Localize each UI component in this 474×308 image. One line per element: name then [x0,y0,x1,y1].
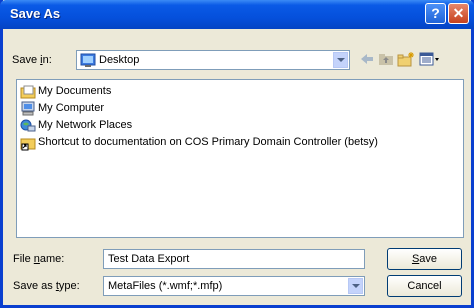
save-button-label: ave [419,253,438,265]
list-item-label: My Network Places [38,119,133,131]
save-as-dialog: Save As ? ✕ Save in: Desktop My Document… [0,0,474,308]
list-item-label: My Computer [38,102,105,114]
chevron-down-icon[interactable] [348,278,363,294]
dialog-title: Save As [10,6,61,21]
file-name-input[interactable]: Test Data Export [103,249,365,269]
chevron-down-icon[interactable] [333,52,348,68]
help-button[interactable]: ? [425,3,446,24]
save-as-type-dropdown[interactable]: MetaFiles (*.wmf;*.mfp) [103,276,365,296]
list-item-label: My Documents [38,85,112,97]
save-in-label-pre: Save [12,54,41,66]
cancel-button[interactable]: Cancel [387,275,462,297]
list-item-label: Shortcut to documentation on COS Primary… [38,136,378,148]
file-name-label-post: ame: [39,253,65,265]
new-folder-icon[interactable] [397,51,415,69]
file-list[interactable]: My Documents My Computer My Network Plac… [16,79,464,238]
file-name-label: File name: [13,253,64,265]
save-as-type-label: Save as type: [13,280,80,292]
save-in-label: Save in: [12,54,52,66]
my-computer-icon [21,101,35,116]
save-button[interactable]: Save [387,248,462,270]
save-as-type-value: MetaFiles (*.wmf;*.mfp) [108,280,223,292]
up-folder-icon[interactable] [378,51,394,69]
file-name-label-pre: File [13,253,34,265]
shortcut-folder-icon [20,138,36,151]
save-as-type-label-post: ype: [58,280,80,292]
network-places-icon [20,119,36,132]
views-menu-icon[interactable] [419,51,441,69]
my-documents-icon [20,85,36,99]
back-arrow-icon[interactable] [359,51,375,69]
save-as-type-label-pre: Save as [13,280,56,292]
title-bar[interactable]: Save As ? ✕ [0,0,474,29]
desktop-icon [80,53,96,67]
save-in-dropdown[interactable]: Desktop [76,50,350,70]
save-in-label-post: n: [42,54,52,66]
close-button[interactable]: ✕ [448,3,469,24]
file-name-value: Test Data Export [108,253,190,265]
save-in-value: Desktop [99,54,140,66]
